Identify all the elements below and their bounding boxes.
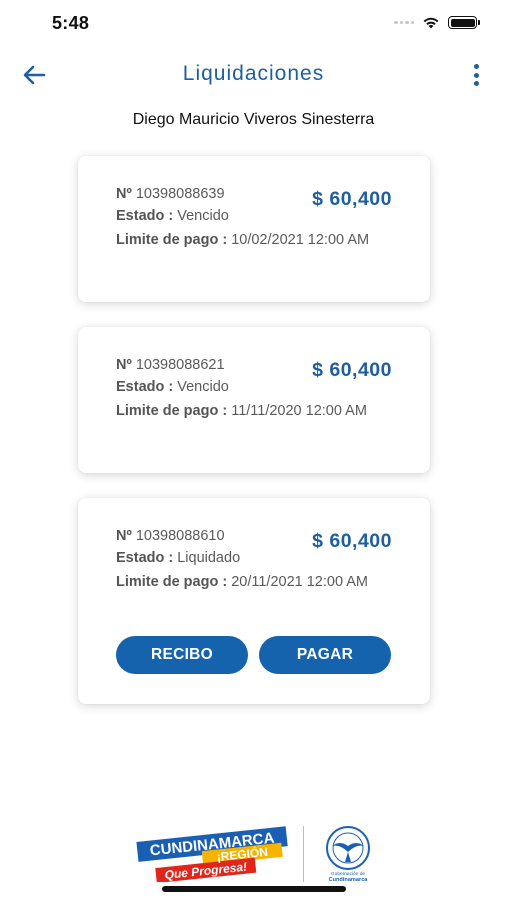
- card-amount: $ 60,400: [312, 359, 392, 381]
- liquidacion-card[interactable]: Nº 10398088621 $ 60,400 Estado : Vencido…: [78, 327, 430, 473]
- page-title: Liquidaciones: [182, 62, 325, 85]
- liquidacion-card[interactable]: Nº 10398088639 $ 60,400 Estado : Vencido…: [78, 156, 430, 302]
- limite-value: 20/11/2021 12:00 AM: [231, 574, 368, 590]
- estado-value: Liquidado: [177, 550, 241, 566]
- app-bar: Liquidaciones: [0, 52, 507, 98]
- limite-label: Limite de pago :: [116, 403, 228, 419]
- battery-icon: [448, 16, 480, 29]
- card-amount: $ 60,400: [312, 188, 392, 210]
- status-time: 5:48: [52, 13, 90, 33]
- card-limite: Limite de pago : 10/02/2021 12:00 AM: [116, 230, 396, 250]
- estado-label: Estado :: [116, 208, 174, 224]
- footer-logos: CUNDINAMARCA ¡REGIÓN Que Progresa! Gober…: [0, 822, 507, 886]
- card-estado: Estado : Vencido: [116, 208, 229, 224]
- number-label: Nº: [116, 528, 132, 544]
- status-bar: 5:48: [0, 0, 507, 46]
- number-label: Nº: [116, 357, 132, 373]
- number-value: 10398088610: [135, 528, 225, 544]
- limite-value: 11/11/2020 12:00 AM: [231, 403, 367, 419]
- estado-value: Vencido: [177, 379, 229, 395]
- card-number: Nº 10398088610: [116, 528, 225, 544]
- home-indicator[interactable]: [162, 886, 346, 892]
- card-number: Nº 10398088621: [116, 357, 225, 373]
- card-limite: Limite de pago : 11/11/2020 12:00 AM: [116, 401, 396, 421]
- wifi-icon: [423, 17, 439, 29]
- more-options-button[interactable]: [469, 62, 483, 88]
- card-number: Nº 10398088639: [116, 186, 225, 202]
- number-value: 10398088621: [135, 357, 225, 373]
- card-estado: Estado : Liquidado: [116, 550, 240, 566]
- card-limite: Limite de pago : 20/11/2021 12:00 AM: [116, 572, 396, 592]
- number-value: 10398088639: [135, 186, 225, 202]
- more-vert-icon: [473, 64, 479, 69]
- card-estado: Estado : Vencido: [116, 379, 229, 395]
- recibo-button[interactable]: RECIBO: [116, 636, 248, 674]
- logo-divider: [303, 826, 304, 882]
- estado-label: Estado :: [116, 379, 174, 395]
- estado-value: Vencido: [177, 208, 229, 224]
- card-amount: $ 60,400: [312, 530, 392, 552]
- user-name: Diego Mauricio Viveros Sinesterra: [132, 111, 375, 128]
- gobernacion-seal: Gobernación de Cundinamarca: [326, 826, 370, 883]
- number-label: Nº: [116, 186, 132, 202]
- limite-label: Limite de pago :: [116, 574, 228, 590]
- liquidacion-card[interactable]: Nº 10398088610 $ 60,400 Estado : Liquida…: [78, 498, 430, 704]
- limite-value: 10/02/2021 12:00 AM: [231, 232, 370, 248]
- pagar-button[interactable]: PAGAR: [259, 636, 391, 674]
- signal-icon: [394, 20, 414, 25]
- limite-label: Limite de pago :: [116, 232, 228, 248]
- estado-label: Estado :: [116, 550, 174, 566]
- status-icons: [394, 16, 480, 29]
- svg-text:Que Progresa!: Que Progresa!: [164, 860, 248, 882]
- cundinamarca-logo: CUNDINAMARCA ¡REGIÓN Que Progresa!: [136, 826, 288, 882]
- svg-text:Cundinamarca: Cundinamarca: [329, 877, 369, 883]
